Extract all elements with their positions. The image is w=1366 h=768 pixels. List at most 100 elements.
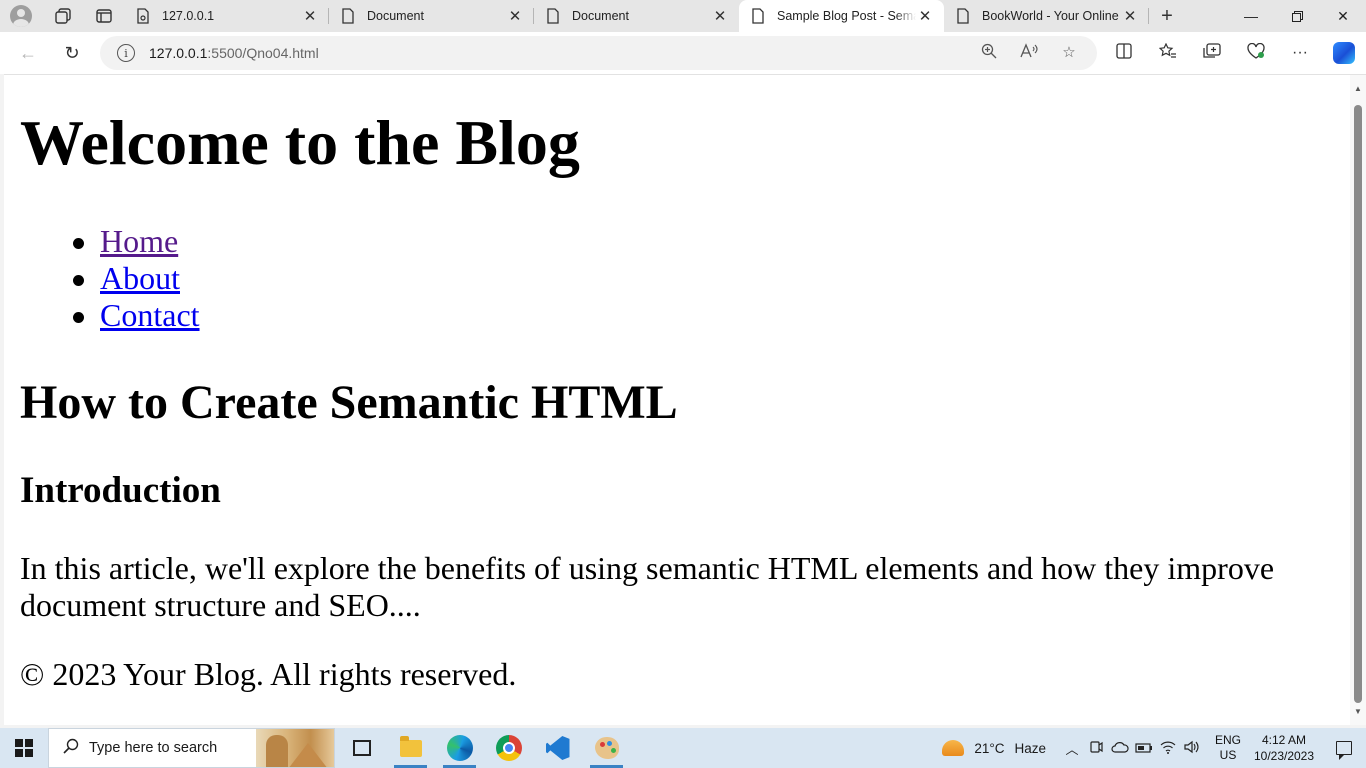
clock-date: 10/23/2023 xyxy=(1253,749,1315,763)
weather-haze-icon xyxy=(942,740,965,756)
chrome-button[interactable] xyxy=(484,728,533,768)
read-aloud-icon[interactable] xyxy=(1009,43,1049,63)
input-language-indicator[interactable]: ENG US xyxy=(1210,733,1246,763)
page-icon xyxy=(956,8,970,24)
split-screen-icon[interactable] xyxy=(1102,42,1146,64)
url-path: :5500/Qno04.html xyxy=(207,45,319,61)
browser-toolbar: ← ↻ i 127.0.0.1:5500/Qno04.html ☆ ··· xyxy=(0,32,1366,74)
tab-close-icon[interactable]: ✕ xyxy=(916,7,934,25)
notifications-button[interactable] xyxy=(1322,741,1366,760)
article-text: In this article, we'll explore the benef… xyxy=(20,550,1275,623)
close-window-button[interactable]: ✕ xyxy=(1320,0,1366,32)
tab-close-icon[interactable]: ✕ xyxy=(1121,7,1139,25)
more-options-icon[interactable]: ··· xyxy=(1278,44,1322,62)
window-controls: — ✕ xyxy=(1228,0,1366,32)
blog-nav: Home About Contact xyxy=(20,223,200,334)
tab-actions-button[interactable] xyxy=(83,0,124,32)
vscode-icon xyxy=(545,736,570,760)
tab-127-0-0-1[interactable]: 127.0.0.1 ✕ xyxy=(124,0,329,32)
notification-icon xyxy=(1336,741,1352,760)
tab-close-icon[interactable]: ✕ xyxy=(301,7,319,25)
weather-condition: Haze xyxy=(1014,740,1046,756)
show-hidden-icons-chevron-up-icon[interactable]: ︿ xyxy=(1060,739,1084,758)
url-text[interactable]: 127.0.0.1:5500/Qno04.html xyxy=(149,45,319,61)
tab-title: Document xyxy=(572,9,629,23)
url-host: 127.0.0.1 xyxy=(149,45,208,61)
search-icon xyxy=(63,738,79,759)
task-view-button[interactable] xyxy=(337,728,386,768)
tab-title: Document xyxy=(367,9,424,23)
file-explorer-icon xyxy=(399,735,422,757)
article-title: How to Create Semantic HTML xyxy=(20,376,678,429)
tab-bookworld[interactable]: BookWorld - Your Online Bookstore ✕ xyxy=(944,0,1149,32)
plus-icon: + xyxy=(1161,4,1173,27)
refresh-icon: ↻ xyxy=(64,42,80,63)
system-tray: 21°C Haze ︿ ENG US 4:12 AM 10/23/2023 xyxy=(942,728,1366,768)
nav-link-about[interactable]: About xyxy=(100,260,180,296)
wifi-icon[interactable] xyxy=(1156,740,1180,757)
chrome-icon xyxy=(495,735,522,761)
taskbar-search-box[interactable]: Type here to search xyxy=(48,728,335,768)
pinned-apps xyxy=(337,728,631,768)
nav-item-contact: Contact xyxy=(20,297,200,334)
file-explorer-button[interactable] xyxy=(386,728,435,768)
start-button[interactable] xyxy=(0,728,48,768)
workspaces-button[interactable] xyxy=(42,0,83,32)
paint-icon xyxy=(594,737,619,759)
profile-button[interactable] xyxy=(0,0,42,32)
address-bar[interactable]: i 127.0.0.1:5500/Qno04.html ☆ xyxy=(100,36,1097,70)
address-bar-actions: ☆ xyxy=(969,43,1089,63)
back-arrow-icon: ← xyxy=(19,42,37,63)
weather-widget[interactable]: 21°C Haze xyxy=(942,740,1046,756)
volume-icon[interactable] xyxy=(1180,740,1204,757)
tab-close-icon[interactable]: ✕ xyxy=(506,7,524,25)
restore-button[interactable] xyxy=(1274,0,1320,32)
minimize-button[interactable]: — xyxy=(1228,0,1274,32)
scrollbar-thumb[interactable] xyxy=(1354,105,1362,703)
tab-title: BookWorld - Your Online Bookstore xyxy=(982,9,1121,23)
vertical-tabs-icon xyxy=(95,9,112,23)
weather-temp: 21°C xyxy=(974,740,1005,756)
nav-link-contact[interactable]: Contact xyxy=(100,297,200,333)
search-highlight-image xyxy=(256,729,334,767)
back-button[interactable]: ← xyxy=(6,35,50,71)
favorite-star-icon[interactable]: ☆ xyxy=(1049,43,1089,63)
page-heading: Welcome to the Blog xyxy=(20,107,580,178)
battery-icon[interactable] xyxy=(1132,741,1156,756)
favorites-icon[interactable] xyxy=(1146,42,1190,64)
zoom-icon[interactable] xyxy=(969,43,1009,63)
tab-strip: 127.0.0.1 ✕ Document ✕ Document ✕ Sample… xyxy=(0,0,1366,32)
tab-document-1[interactable]: Document ✕ xyxy=(329,0,534,32)
page-viewport: Welcome to the Blog Home About Contact H… xyxy=(4,74,1366,725)
restore-icon xyxy=(1291,10,1303,22)
taskbar-clock[interactable]: 4:12 AM 10/23/2023 xyxy=(1246,732,1322,764)
scroll-up-arrow-icon[interactable]: ▲ xyxy=(1350,81,1366,97)
paint-button[interactable] xyxy=(582,728,631,768)
scroll-down-arrow-icon[interactable]: ▼ xyxy=(1350,704,1366,720)
windows-logo-icon xyxy=(15,739,33,757)
collections-icon[interactable] xyxy=(1190,42,1234,64)
new-tab-button[interactable]: + xyxy=(1149,0,1185,32)
tab-document-2[interactable]: Document ✕ xyxy=(534,0,739,32)
browser-essentials-icon[interactable] xyxy=(1234,42,1278,64)
refresh-button[interactable]: ↻ xyxy=(50,35,94,71)
page-footer: © 2023 Your Blog. All rights reserved. xyxy=(20,656,517,692)
site-info-icon[interactable]: i xyxy=(117,44,135,62)
meet-now-icon[interactable] xyxy=(1084,740,1108,757)
nav-link-home[interactable]: Home xyxy=(100,223,178,259)
page-icon xyxy=(341,8,355,24)
toolbar-actions: ··· xyxy=(1102,36,1366,70)
nav-item-home: Home xyxy=(20,223,200,260)
tab-close-icon[interactable]: ✕ xyxy=(711,7,729,25)
tab-title: 127.0.0.1 xyxy=(162,9,215,23)
tab-sample-blog-post[interactable]: Sample Blog Post - Semantic HTML ✕ xyxy=(739,0,944,32)
vscode-button[interactable] xyxy=(533,728,582,768)
blog-page: Welcome to the Blog Home About Contact H… xyxy=(4,75,1348,725)
page-icon xyxy=(751,8,765,24)
vertical-scrollbar[interactable]: ▲ ▼ xyxy=(1350,75,1366,725)
edge-button[interactable] xyxy=(435,728,484,768)
close-icon: ✕ xyxy=(1337,7,1349,24)
search-placeholder: Type here to search xyxy=(89,740,218,756)
copilot-icon[interactable] xyxy=(1333,42,1355,64)
onedrive-cloud-icon[interactable] xyxy=(1108,741,1132,756)
